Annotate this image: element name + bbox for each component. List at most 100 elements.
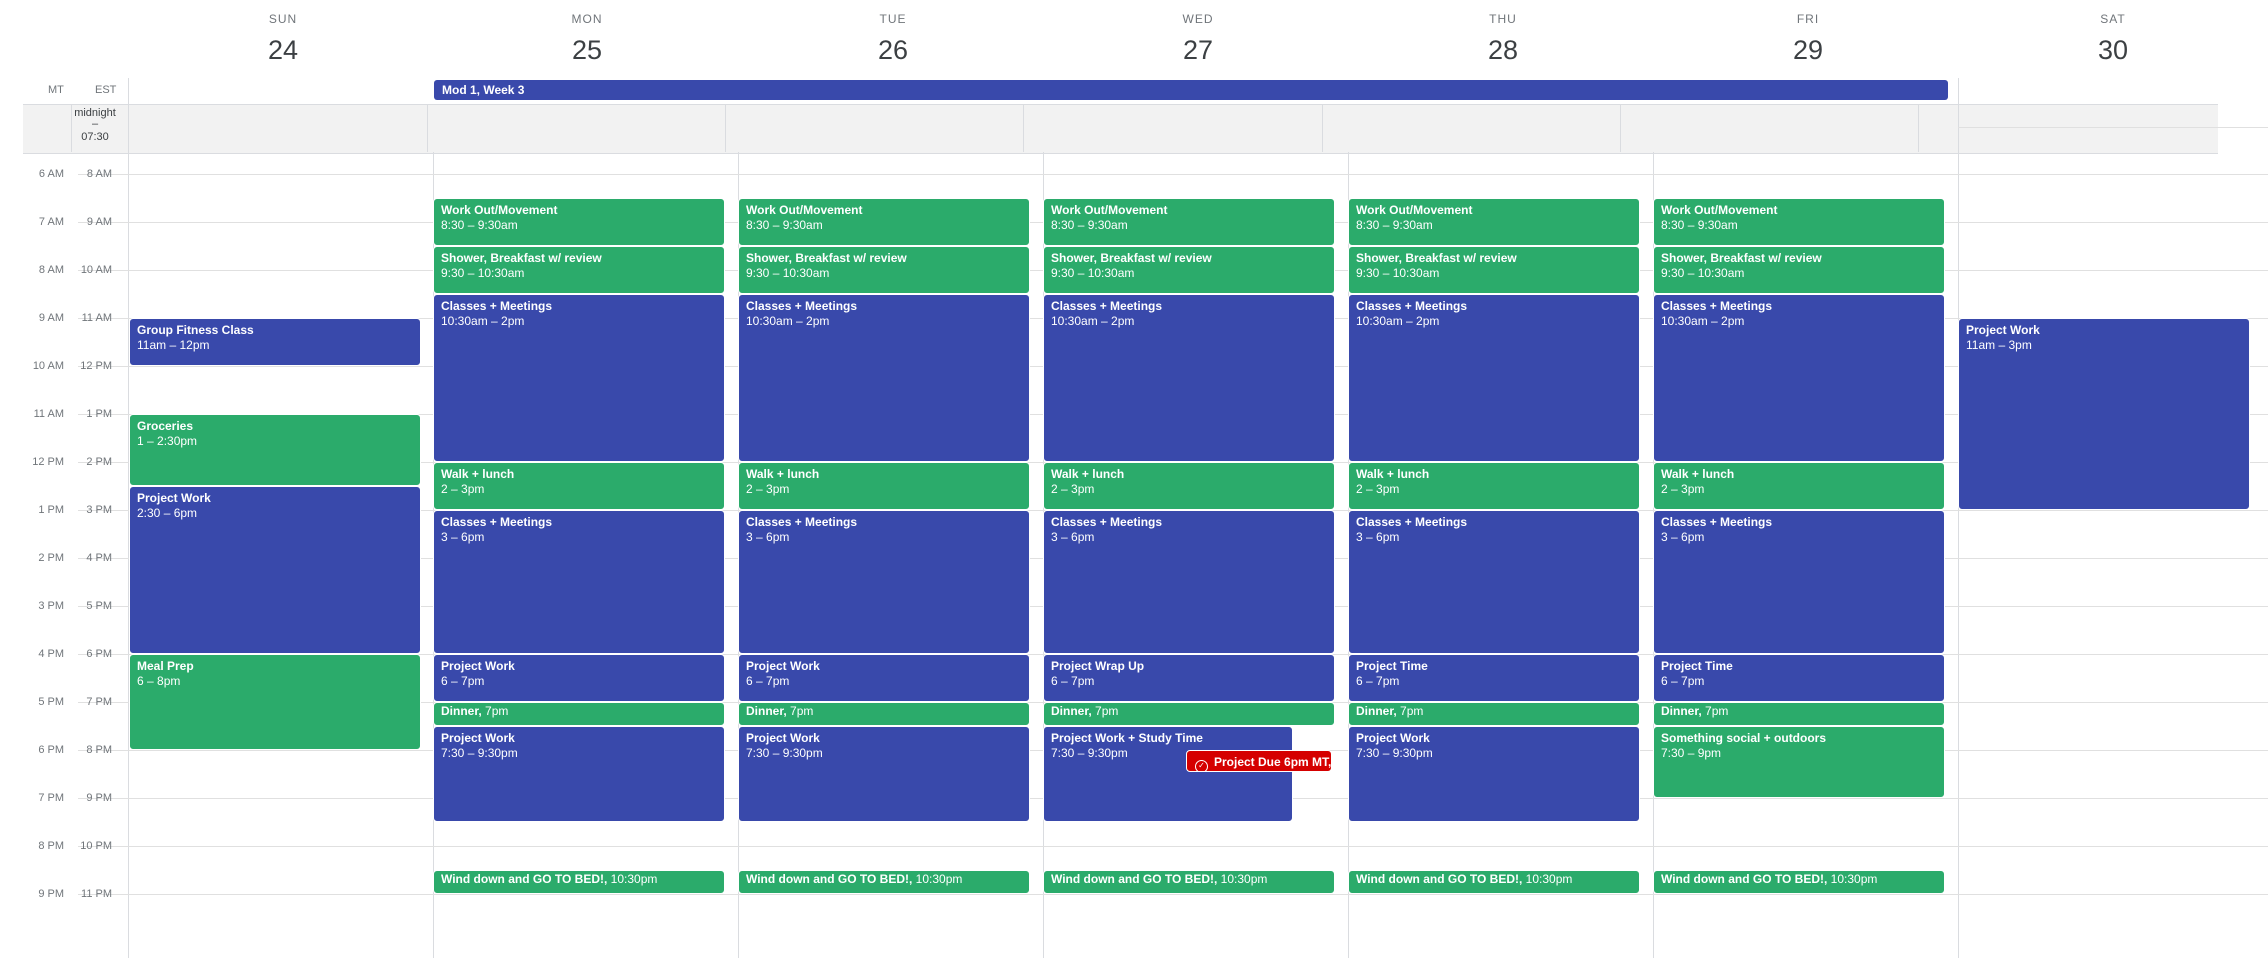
event-thu-wind-down[interactable]: Wind down and GO TO BED!, 10:30pm	[1348, 870, 1640, 894]
event-tue-dinner[interactable]: Dinner, 7pm	[738, 702, 1030, 726]
event-title: Dinner,	[1051, 704, 1092, 718]
event-time: 6 – 7pm	[441, 674, 485, 688]
event-fri-classes-am[interactable]: Classes + Meetings 10:30am – 2pm	[1653, 294, 1945, 462]
event-wed-dinner[interactable]: Dinner, 7pm	[1043, 702, 1335, 726]
day-number[interactable]: 28	[1350, 35, 1656, 66]
time-label-mt: 8 AM	[38, 264, 64, 276]
event-thu-project-work-evening[interactable]: Project Work 7:30 – 9:30pm	[1348, 726, 1640, 822]
day-header-sat[interactable]: SAT 30	[1960, 0, 2266, 66]
event-wed-classes-pm[interactable]: Classes + Meetings 3 – 6pm	[1043, 510, 1335, 654]
event-title: Project Work	[746, 731, 820, 745]
event-title: Classes + Meetings	[1661, 515, 1773, 529]
event-title: Classes + Meetings	[441, 299, 553, 313]
task-chip-project-due[interactable]: ✓ Project Due 6pm MT,	[1186, 750, 1332, 772]
event-sun-meal-prep[interactable]: Meal Prep 6 – 8pm	[129, 654, 421, 750]
collapsed-separator	[1322, 104, 1323, 152]
day-number[interactable]: 27	[1045, 35, 1351, 66]
event-title: Classes + Meetings	[1051, 299, 1163, 313]
event-fri-walk-lunch[interactable]: Walk + lunch 2 – 3pm	[1653, 462, 1945, 510]
event-thu-classes-am[interactable]: Classes + Meetings 10:30am – 2pm	[1348, 294, 1640, 462]
day-header-tue[interactable]: TUE 26	[740, 0, 1046, 66]
event-wed-project-study[interactable]: Project Work + Study Time 7:30 – 9:30pm	[1043, 726, 1293, 822]
event-time: 10:30am – 2pm	[1051, 314, 1135, 328]
day-number[interactable]: 30	[1960, 35, 2266, 66]
event-title: Project Work	[1356, 731, 1430, 745]
day-number[interactable]: 26	[740, 35, 1046, 66]
event-time: 9:30 – 10:30am	[1051, 266, 1135, 280]
day-header-thu[interactable]: THU 28	[1350, 0, 1656, 66]
event-thu-dinner[interactable]: Dinner, 7pm	[1348, 702, 1640, 726]
event-fri-classes-pm[interactable]: Classes + Meetings 3 – 6pm	[1653, 510, 1945, 654]
day-of-week: THU	[1489, 12, 1517, 26]
event-title: Work Out/Movement	[441, 203, 558, 217]
event-fri-workout[interactable]: Work Out/Movement 8:30 – 9:30am	[1653, 198, 1945, 246]
day-number[interactable]: 29	[1655, 35, 1961, 66]
event-mon-shower[interactable]: Shower, Breakfast w/ review 9:30 – 10:30a…	[433, 246, 725, 294]
event-fri-project-time[interactable]: Project Time 6 – 7pm	[1653, 654, 1945, 702]
event-wed-shower[interactable]: Shower, Breakfast w/ review 9:30 – 10:30a…	[1043, 246, 1335, 294]
event-title: Work Out/Movement	[1051, 203, 1168, 217]
event-tue-wind-down[interactable]: Wind down and GO TO BED!, 10:30pm	[738, 870, 1030, 894]
event-mon-walk-lunch[interactable]: Walk + lunch 2 – 3pm	[433, 462, 725, 510]
event-sun-groceries[interactable]: Groceries 1 – 2:30pm	[129, 414, 421, 486]
event-fri-wind-down[interactable]: Wind down and GO TO BED!, 10:30pm	[1653, 870, 1945, 894]
event-time: 7pm	[1400, 704, 1424, 718]
event-tue-shower[interactable]: Shower, Breakfast w/ review 9:30 – 10:30a…	[738, 246, 1030, 294]
all-day-event-banner[interactable]: Mod 1, Week 3	[434, 80, 1948, 100]
timezone-label-primary: MT	[48, 84, 64, 96]
event-thu-workout[interactable]: Work Out/Movement 8:30 – 9:30am	[1348, 198, 1640, 246]
event-mon-classes-am[interactable]: Classes + Meetings 10:30am – 2pm	[433, 294, 725, 462]
collapsed-separator	[1918, 104, 1919, 152]
event-mon-dinner[interactable]: Dinner, 7pm	[433, 702, 725, 726]
event-sun-group-fitness[interactable]: Group Fitness Class 11am – 12pm	[129, 318, 421, 366]
event-tue-project-work-evening[interactable]: Project Work 7:30 – 9:30pm	[738, 726, 1030, 822]
hour-line	[78, 846, 2268, 847]
event-title: Project Wrap Up	[1051, 659, 1145, 673]
event-time: 8:30 – 9:30am	[1051, 218, 1128, 232]
event-wed-classes-am[interactable]: Classes + Meetings 10:30am – 2pm	[1043, 294, 1335, 462]
event-thu-classes-pm[interactable]: Classes + Meetings 3 – 6pm	[1348, 510, 1640, 654]
event-mon-workout[interactable]: Work Out/Movement 8:30 – 9:30am	[433, 198, 725, 246]
event-tue-project-work[interactable]: Project Work 6 – 7pm	[738, 654, 1030, 702]
event-tue-classes-am[interactable]: Classes + Meetings 10:30am – 2pm	[738, 294, 1030, 462]
event-title: Classes + Meetings	[441, 515, 553, 529]
day-header-mon[interactable]: MON 25	[434, 0, 740, 66]
event-time: 9:30 – 10:30am	[1661, 266, 1745, 280]
day-number[interactable]: 25	[434, 35, 740, 66]
event-fri-social-outdoors[interactable]: Something social + outdoors 7:30 – 9pm	[1653, 726, 1945, 798]
event-sun-project-work[interactable]: Project Work 2:30 – 6pm	[129, 486, 421, 654]
event-mon-wind-down[interactable]: Wind down and GO TO BED!, 10:30pm	[433, 870, 725, 894]
event-title: Classes + Meetings	[746, 299, 858, 313]
event-time: 3 – 6pm	[441, 530, 485, 544]
event-tue-classes-pm[interactable]: Classes + Meetings 3 – 6pm	[738, 510, 1030, 654]
day-of-week: SUN	[268, 12, 298, 26]
event-sat-project-work[interactable]: Project Work 11am – 3pm	[1958, 318, 2250, 510]
event-tue-walk-lunch[interactable]: Walk + lunch 2 – 3pm	[738, 462, 1030, 510]
time-label-mt: 2 PM	[38, 552, 64, 564]
event-wed-walk-lunch[interactable]: Walk + lunch 2 – 3pm	[1043, 462, 1335, 510]
event-title: Project Work	[441, 731, 515, 745]
event-thu-shower[interactable]: Shower, Breakfast w/ review 9:30 – 10:30a…	[1348, 246, 1640, 294]
event-mon-classes-pm[interactable]: Classes + Meetings 3 – 6pm	[433, 510, 725, 654]
day-number[interactable]: 24	[130, 35, 436, 66]
day-header-sun[interactable]: SUN 24	[130, 0, 436, 66]
event-time: 2 – 3pm	[441, 482, 485, 496]
event-fri-dinner[interactable]: Dinner, 7pm	[1653, 702, 1945, 726]
event-time: 11am – 12pm	[137, 338, 210, 352]
event-wed-project-wrap-up[interactable]: Project Wrap Up 6 – 7pm	[1043, 654, 1335, 702]
event-mon-project-work[interactable]: Project Work 6 – 7pm	[433, 654, 725, 702]
event-mon-project-work-evening[interactable]: Project Work 7:30 – 9:30pm	[433, 726, 725, 822]
event-fri-shower[interactable]: Shower, Breakfast w/ review 9:30 – 10:30a…	[1653, 246, 1945, 294]
event-wed-wind-down[interactable]: Wind down and GO TO BED!, 10:30pm	[1043, 870, 1335, 894]
event-title: Shower, Breakfast w/ review	[441, 251, 602, 265]
event-wed-workout[interactable]: Work Out/Movement 8:30 – 9:30am	[1043, 198, 1335, 246]
event-thu-walk-lunch[interactable]: Walk + lunch 2 – 3pm	[1348, 462, 1640, 510]
event-thu-project-time[interactable]: Project Time 6 – 7pm	[1348, 654, 1640, 702]
collapsed-hours-label[interactable]: midnight – 07:30	[71, 108, 119, 143]
event-tue-workout[interactable]: Work Out/Movement 8:30 – 9:30am	[738, 198, 1030, 246]
day-header-fri[interactable]: FRI 29	[1655, 0, 1961, 66]
event-time: 6 – 7pm	[1661, 674, 1705, 688]
collapsed-hours-row[interactable]	[23, 104, 2218, 154]
day-header-wed[interactable]: WED 27	[1045, 0, 1351, 66]
time-label-est: 4 PM	[86, 552, 112, 564]
